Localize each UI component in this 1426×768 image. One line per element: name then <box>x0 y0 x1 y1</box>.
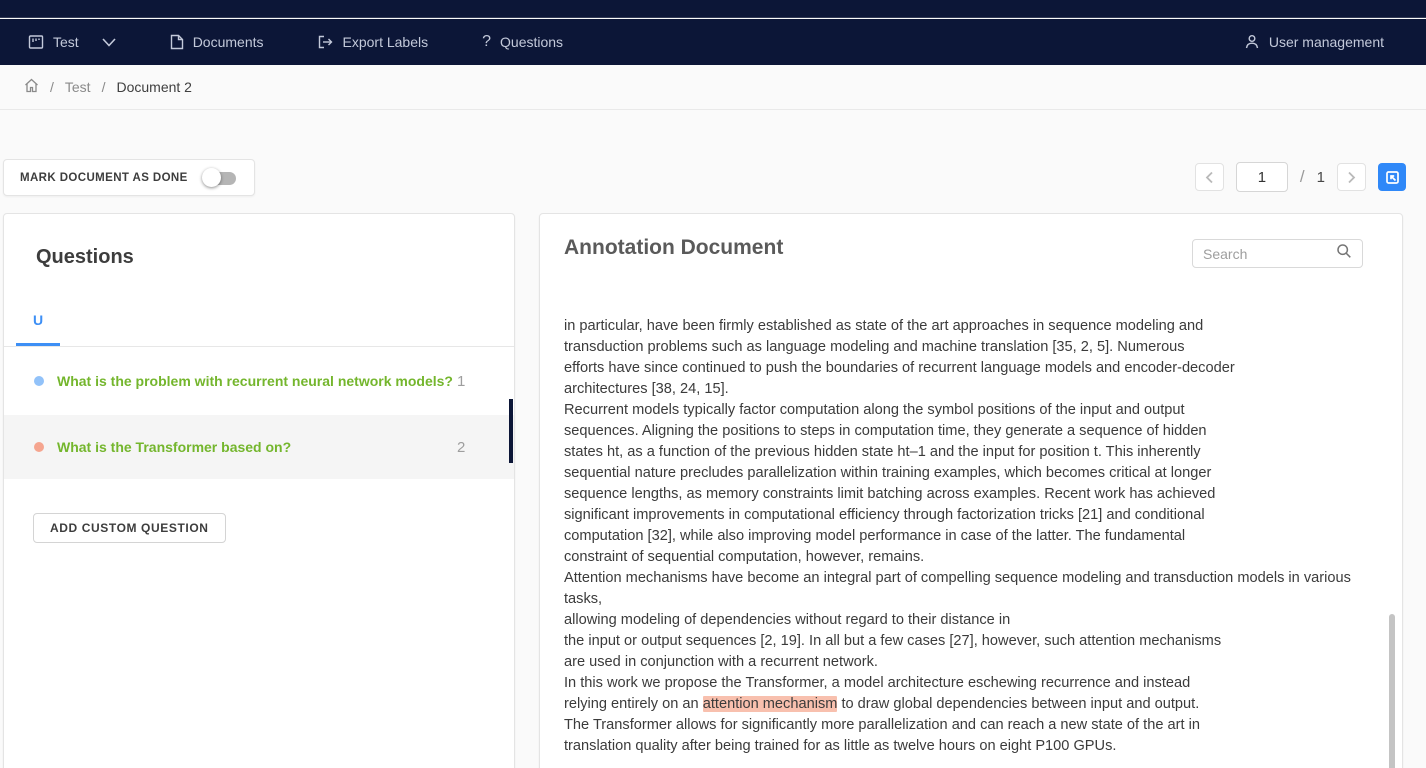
breadcrumb-separator: / <box>102 79 106 95</box>
question-color-dot <box>34 376 44 386</box>
question-color-dot <box>34 442 44 452</box>
project-label: Test <box>53 34 79 50</box>
top-strip <box>0 0 1426 18</box>
previous-page-button[interactable] <box>1195 163 1224 191</box>
question-list-item-selected[interactable]: What is the Transformer based on? 2 <box>4 415 514 479</box>
questions-panel: Questions U What is the problem with rec… <box>3 213 515 768</box>
tab-active-indicator <box>16 343 60 346</box>
chevron-down-icon[interactable] <box>102 38 116 47</box>
project-board-icon <box>28 34 44 50</box>
mark-done-card: MARK DOCUMENT AS DONE <box>3 159 255 196</box>
question-text: What is the Transformer based on? <box>57 437 457 458</box>
breadcrumb-project[interactable]: Test <box>65 79 91 95</box>
breadcrumb: / Test / Document 2 <box>0 65 1426 110</box>
nav-item-documents[interactable]: Documents <box>170 34 264 50</box>
search-input[interactable] <box>1203 246 1328 262</box>
mark-done-label: MARK DOCUMENT AS DONE <box>20 172 188 184</box>
questions-scrollbar-thumb[interactable] <box>509 399 513 463</box>
toggle-thumb <box>202 168 221 187</box>
highlighted-annotation[interactable]: attention mechanism <box>703 696 838 712</box>
home-icon[interactable] <box>24 78 39 96</box>
page-separator: / <box>1300 167 1305 187</box>
nav-item-user-management[interactable]: User management <box>1244 34 1384 50</box>
breadcrumb-separator: / <box>50 79 54 95</box>
navbar-left: Test Documents Export <box>28 33 563 51</box>
top-navbar: Test Documents Export <box>0 19 1426 65</box>
selection-tool-button[interactable] <box>1378 163 1406 191</box>
search-box <box>1192 239 1363 268</box>
question-text: What is the problem with recurrent neura… <box>57 371 457 392</box>
question-number: 2 <box>457 439 465 456</box>
nav-item-questions[interactable]: ? Questions <box>482 33 563 51</box>
nav-item-export-labels[interactable]: Export Labels <box>318 34 429 50</box>
search-icon[interactable] <box>1336 243 1352 264</box>
document-icon <box>170 34 184 50</box>
breadcrumb-current: Document 2 <box>116 79 191 95</box>
page-total: 1 <box>1317 169 1325 186</box>
project-switcher[interactable]: Test <box>28 34 116 50</box>
question-mark-icon: ? <box>482 33 491 51</box>
nav-item-label: Questions <box>500 34 563 50</box>
question-list-item[interactable]: What is the problem with recurrent neura… <box>4 347 514 415</box>
user-management-label: User management <box>1269 34 1384 50</box>
annotation-panel: Annotation Document in particular, have … <box>539 213 1403 768</box>
questions-panel-title: Questions <box>4 214 514 269</box>
page-number-input[interactable] <box>1236 162 1288 192</box>
export-icon <box>318 35 334 49</box>
app-screen: Test Documents Export <box>0 0 1426 768</box>
user-icon <box>1244 34 1260 50</box>
mark-done-toggle[interactable] <box>202 168 238 188</box>
nav-item-label: Export Labels <box>343 34 429 50</box>
document-scrollbar-thumb[interactable] <box>1389 614 1395 768</box>
page-controls: / 1 <box>1195 163 1406 191</box>
annotation-header: Annotation Document <box>540 214 1402 284</box>
next-page-button[interactable] <box>1337 163 1366 191</box>
questions-tabs: U <box>4 295 514 347</box>
document-text-before: in particular, have been firmly establis… <box>564 318 1351 712</box>
document-text[interactable]: in particular, have been firmly establis… <box>564 316 1374 757</box>
annotation-title: Annotation Document <box>564 236 783 260</box>
question-number: 1 <box>457 373 465 390</box>
tab-u[interactable]: U <box>16 294 60 346</box>
add-custom-question-button[interactable]: ADD CUSTOM QUESTION <box>33 513 226 543</box>
nav-item-label: Documents <box>193 34 264 50</box>
